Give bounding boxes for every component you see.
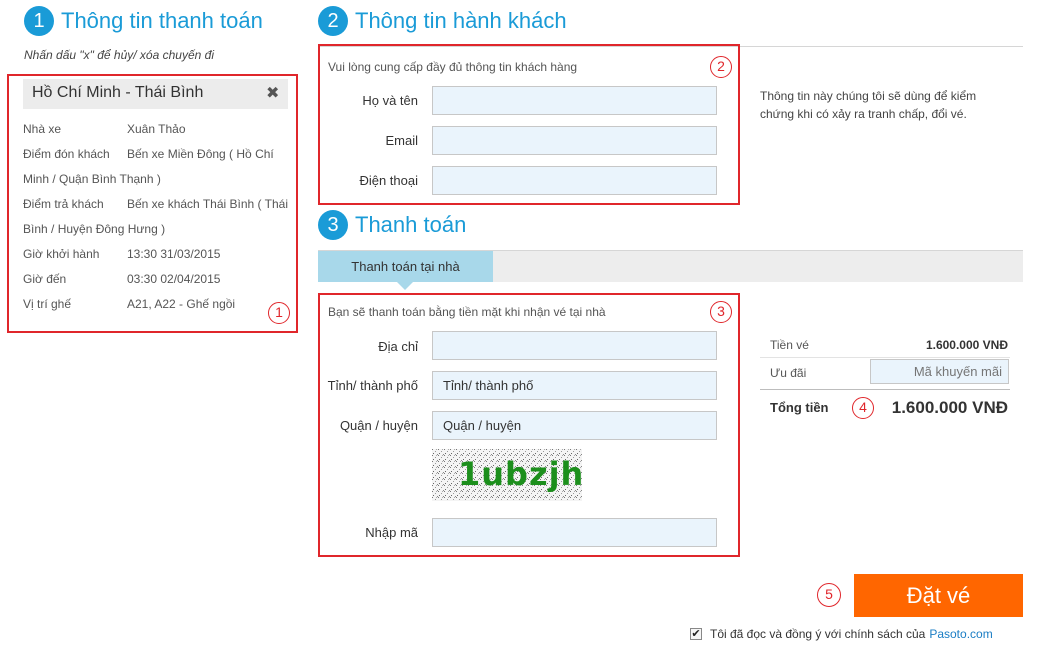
step-number-2: 2	[318, 6, 348, 36]
depart-value: 13:30 31/03/2015	[127, 247, 221, 261]
agree-row: ✔ Tôi đã đọc và đồng ý với chính sách củ…	[690, 627, 993, 641]
summary-divider-2	[760, 389, 1010, 390]
promo-code-input[interactable]	[870, 359, 1009, 384]
captcha-image: 1ubzjh	[432, 449, 585, 501]
step-number-3: 3	[318, 210, 348, 240]
phone-field[interactable]	[432, 166, 717, 195]
marker-5: 5	[817, 583, 841, 607]
ticket-price-label: Tiền vé	[770, 338, 809, 352]
dropoff-value: Bến xe khách Thái Bình ( Thái	[127, 197, 288, 211]
email-label: Email	[385, 133, 418, 148]
payment-instruction: Bạn sẽ thanh toán bằng tiền mặt khi nhận…	[328, 305, 606, 319]
city-select[interactable]: Tỉnh/ thành phố	[432, 371, 717, 400]
address-field[interactable]	[432, 331, 717, 360]
marker-4: 4	[852, 397, 874, 419]
agree-checkbox[interactable]: ✔	[690, 628, 702, 640]
trip-route-bar: Hồ Chí Minh - Thái Bình ✖	[23, 79, 288, 109]
summary-divider-1	[760, 357, 1010, 358]
pickup-value-cont: Minh / Quận Bình Thạnh )	[23, 172, 161, 186]
arrive-label: Giờ đến	[23, 272, 67, 286]
section2-title: Thông tin hành khách	[355, 8, 567, 33]
email-field[interactable]	[432, 126, 717, 155]
tab-pointer	[397, 282, 413, 290]
cancel-hint: Nhấn dấu "x" để hủy/ xóa chuyến đi	[24, 48, 214, 62]
close-icon[interactable]: ✖	[266, 83, 279, 103]
agree-text: Tôi đã đọc và đồng ý với chính sách của	[710, 627, 926, 641]
marker-3: 3	[710, 301, 732, 323]
marker-2: 2	[710, 56, 732, 78]
captcha-field[interactable]	[432, 518, 717, 547]
depart-label: Giờ khởi hành	[23, 247, 100, 261]
captcha-label: Nhập mã	[365, 525, 418, 540]
passenger-side-note: Thông tin này chúng tôi sẽ dùng để kiểm …	[760, 89, 977, 121]
section2-header: 2 Thông tin hành khách	[318, 6, 567, 36]
operator-label: Nhà xe	[23, 122, 62, 136]
arrive-value: 03:30 02/04/2015	[127, 272, 221, 286]
name-label: Họ và tên	[362, 93, 418, 108]
seat-value: A21, A22 - Ghế ngồi	[127, 297, 236, 311]
district-select[interactable]: Quận / huyện	[432, 411, 717, 440]
seat-label: Vị trí ghế	[23, 297, 72, 311]
district-label: Quận / huyện	[339, 418, 418, 433]
marker-1: 1	[268, 302, 290, 324]
step-number-1: 1	[24, 6, 54, 36]
captcha-text: 1ubzjh	[458, 455, 585, 493]
book-ticket-button[interactable]: Đặt vé	[854, 574, 1023, 617]
phone-label: Điện thoại	[359, 173, 418, 188]
operator-value: Xuân Thảo	[127, 122, 186, 136]
section1-title: Thông tin thanh toán	[61, 8, 263, 33]
city-label: Tỉnh/ thành phố	[327, 378, 418, 393]
trip-route: Hồ Chí Minh - Thái Bình	[32, 84, 204, 101]
ticket-price-value: 1.600.000 VNĐ	[925, 338, 1008, 352]
total-value: 1.600.000 VNĐ	[891, 398, 1008, 417]
section1-header: 1 Thông tin thanh toán	[24, 6, 263, 36]
passenger-instruction: Vui lòng cung cấp đầy đủ thông tin khách…	[328, 60, 578, 74]
dropoff-value-cont: Bình / Huyện Đông Hưng )	[23, 222, 166, 236]
pickup-label: Điểm đón khách	[23, 147, 110, 161]
total-label: Tổng tiền	[770, 400, 829, 415]
promo-label: Ưu đãi	[770, 366, 807, 380]
pickup-value: Bến xe Miền Đông ( Hồ Chí	[127, 147, 274, 161]
section3-header: 3 Thanh toán	[318, 210, 466, 240]
dropoff-label: Điểm trả khách	[23, 197, 104, 211]
name-field[interactable]	[432, 86, 717, 115]
section3-title: Thanh toán	[355, 212, 467, 237]
agree-policy-link[interactable]: Pasoto.com	[929, 627, 992, 641]
tab-home-payment[interactable]: Thanh toán tại nhà	[318, 251, 493, 282]
address-label: Địa chỉ	[378, 339, 418, 354]
